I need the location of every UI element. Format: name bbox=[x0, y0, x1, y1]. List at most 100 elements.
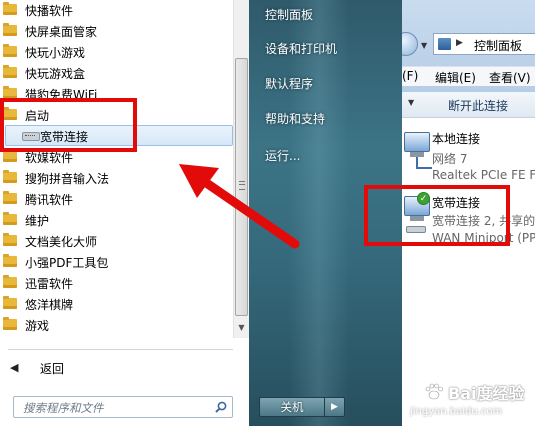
connection-device: WAN Miniport (PP bbox=[432, 231, 535, 245]
check-icon: ✓ bbox=[417, 192, 430, 205]
all-programs-list: 快播软件快屏桌面管家 快玩小游戏快玩游戏盒猎豹免费WiFi 启动宽带连接软媒软件搜狗… bbox=[0, 0, 233, 338]
program-label: 软媒软件 bbox=[25, 151, 74, 165]
folder-icon bbox=[3, 2, 17, 15]
search-icon[interactable] bbox=[215, 401, 227, 413]
paw-logo-icon bbox=[425, 383, 443, 400]
program-folder[interactable]: 迅雷软件 bbox=[0, 273, 233, 294]
control-panel-link[interactable]: 控制面板 bbox=[265, 6, 313, 23]
program-folder[interactable]: 文档美化大师 bbox=[0, 231, 233, 252]
start-menu-programs-panel: 快播软件快屏桌面管家 快玩小游戏快玩游戏盒猎豹免费WiFi 启动宽带连接软媒软件搜狗… bbox=[0, 0, 249, 426]
menu-divider bbox=[8, 349, 233, 350]
address-bar[interactable]: ▶ 控制面板 bbox=[433, 33, 535, 55]
menu-edit[interactable]: 编辑(E) bbox=[435, 69, 476, 86]
start-menu-right-panel: 控制面板设备和打印机 默认程序帮助和支持运行... 关机 ▶ bbox=[249, 0, 402, 426]
modem-icon bbox=[406, 226, 426, 233]
program-label: 搜狗拼音输入法 bbox=[25, 172, 110, 186]
scroll-up-button[interactable] bbox=[234, 0, 249, 16]
program-label: 启动 bbox=[25, 109, 50, 123]
program-folder[interactable]: 小强PDF工具包 bbox=[0, 252, 233, 273]
menu-file[interactable]: (F) bbox=[402, 69, 418, 83]
back-arrow-icon: ◀ bbox=[10, 361, 19, 374]
program-label: 快屏桌面管家 bbox=[25, 25, 98, 39]
modem-icon bbox=[22, 132, 40, 141]
scroll-thumb[interactable] bbox=[235, 58, 248, 316]
programs-scrollbar[interactable]: ▼ bbox=[233, 0, 249, 338]
program-folder[interactable]: 猎豹免费WiFi bbox=[0, 84, 233, 105]
folder-icon bbox=[3, 149, 17, 162]
program-label: 腾讯软件 bbox=[25, 193, 74, 207]
program-label: 维护 bbox=[25, 214, 50, 228]
window-chrome: ▼ ▶ 控制面板 (F) 编辑(E) 查看(V) bbox=[402, 0, 535, 92]
back-label: 返回 bbox=[40, 362, 65, 376]
program-folder[interactable]: 游戏 bbox=[0, 315, 233, 336]
shutdown-options-button[interactable]: ▶ bbox=[325, 397, 345, 417]
program-folder[interactable]: 悠洋棋牌 bbox=[0, 294, 233, 315]
menu-bar: (F) 编辑(E) 查看(V) bbox=[402, 66, 535, 86]
scroll-grip-icon bbox=[239, 181, 245, 190]
folder-icon bbox=[3, 317, 17, 330]
connection-status: 宽带连接 2, 共享的 bbox=[432, 214, 535, 228]
program-folder[interactable]: 启动 bbox=[0, 105, 233, 126]
baidu-jingyan-watermark: Bai度经验 jingyan.baidu.com bbox=[410, 380, 535, 426]
program-folder[interactable]: 快玩游戏盒 bbox=[0, 63, 233, 84]
back-button[interactable]: ◀ 返回 bbox=[8, 358, 168, 378]
folder-icon bbox=[3, 65, 17, 78]
default-programs-link[interactable]: 默认程序 bbox=[265, 75, 313, 92]
program-item-broadband-connection[interactable]: 宽带连接 bbox=[5, 125, 233, 146]
watermark-url: jingyan.baidu.com bbox=[410, 406, 503, 417]
watermark-title: Bai度经验 bbox=[448, 384, 525, 403]
devices-printers-link[interactable]: 设备和打印机 bbox=[265, 40, 337, 57]
program-folder[interactable]: 维护 bbox=[0, 210, 233, 231]
search-input[interactable]: 搜索程序和文件 bbox=[13, 396, 233, 418]
folder-icon bbox=[3, 44, 17, 57]
help-support-link[interactable]: 帮助和支持 bbox=[265, 110, 325, 127]
program-folder[interactable]: 软媒软件 bbox=[0, 147, 233, 168]
connection-status: 网络 7 bbox=[432, 152, 468, 166]
program-label: 快玩小游戏 bbox=[25, 46, 86, 60]
address-crumb-control-panel[interactable]: 控制面板 bbox=[474, 37, 522, 54]
program-label: 小强PDF工具包 bbox=[25, 256, 109, 270]
program-label: 游戏 bbox=[25, 319, 50, 333]
connection-broadband[interactable]: ✓ 宽带连接 宽带连接 2, 共享的 WAN Miniport (PP bbox=[402, 190, 535, 254]
program-folder[interactable]: 腾讯软件 bbox=[0, 189, 233, 210]
folder-icon bbox=[3, 191, 17, 204]
folder-icon bbox=[3, 107, 17, 120]
network-connections-window: ▼ ▶ 控制面板 (F) 编辑(E) 查看(V) ▼ 断开此连接 本地连接 网络… bbox=[402, 0, 535, 426]
program-label: 悠洋棋牌 bbox=[25, 298, 74, 312]
folder-icon bbox=[3, 23, 17, 36]
shutdown-button[interactable]: 关机 bbox=[259, 397, 325, 417]
program-label: 迅雷软件 bbox=[25, 277, 74, 291]
program-label: 文档美化大师 bbox=[25, 235, 98, 249]
forward-button[interactable] bbox=[402, 32, 418, 56]
scroll-down-button[interactable]: ▼ bbox=[234, 320, 249, 336]
disconnect-button[interactable]: 断开此连接 bbox=[448, 97, 508, 114]
folder-icon bbox=[3, 296, 17, 309]
program-label: 猎豹免费WiFi bbox=[25, 88, 98, 102]
folder-icon bbox=[3, 212, 17, 225]
folder-icon bbox=[3, 170, 17, 183]
organize-dropdown-icon[interactable]: ▼ bbox=[408, 98, 414, 107]
program-folder[interactable]: 快玩小游戏 bbox=[0, 42, 233, 63]
control-panel-icon bbox=[438, 38, 451, 50]
connection-local-area[interactable]: 本地连接 网络 7 Realtek PCIe FE Fa bbox=[402, 126, 535, 190]
recent-pages-chevron-icon[interactable]: ▼ bbox=[421, 41, 427, 50]
program-label: 快播软件 bbox=[25, 4, 74, 18]
connection-device: Realtek PCIe FE Fa bbox=[432, 168, 535, 182]
network-adapter-icon bbox=[404, 132, 432, 169]
program-folder[interactable]: 快屏桌面管家 bbox=[0, 21, 233, 42]
program-folder[interactable]: 搜狗拼音输入法 bbox=[0, 168, 233, 189]
address-separator[interactable]: ▶ bbox=[456, 38, 463, 48]
folder-icon bbox=[3, 254, 17, 267]
menu-view[interactable]: 查看(V) bbox=[489, 69, 531, 86]
program-folder[interactable]: 快播软件 bbox=[0, 0, 233, 21]
folder-icon bbox=[3, 275, 17, 288]
run-link[interactable]: 运行... bbox=[265, 147, 300, 164]
folder-icon bbox=[3, 86, 17, 99]
search-placeholder: 搜索程序和文件 bbox=[23, 401, 104, 415]
folder-icon bbox=[3, 233, 17, 246]
connection-name: 本地连接 bbox=[432, 132, 481, 146]
program-label: 宽带连接 bbox=[40, 130, 89, 144]
program-label: 快玩游戏盒 bbox=[25, 67, 86, 81]
connection-name: 宽带连接 bbox=[432, 196, 481, 210]
command-bar: ▼ 断开此连接 bbox=[402, 92, 535, 118]
